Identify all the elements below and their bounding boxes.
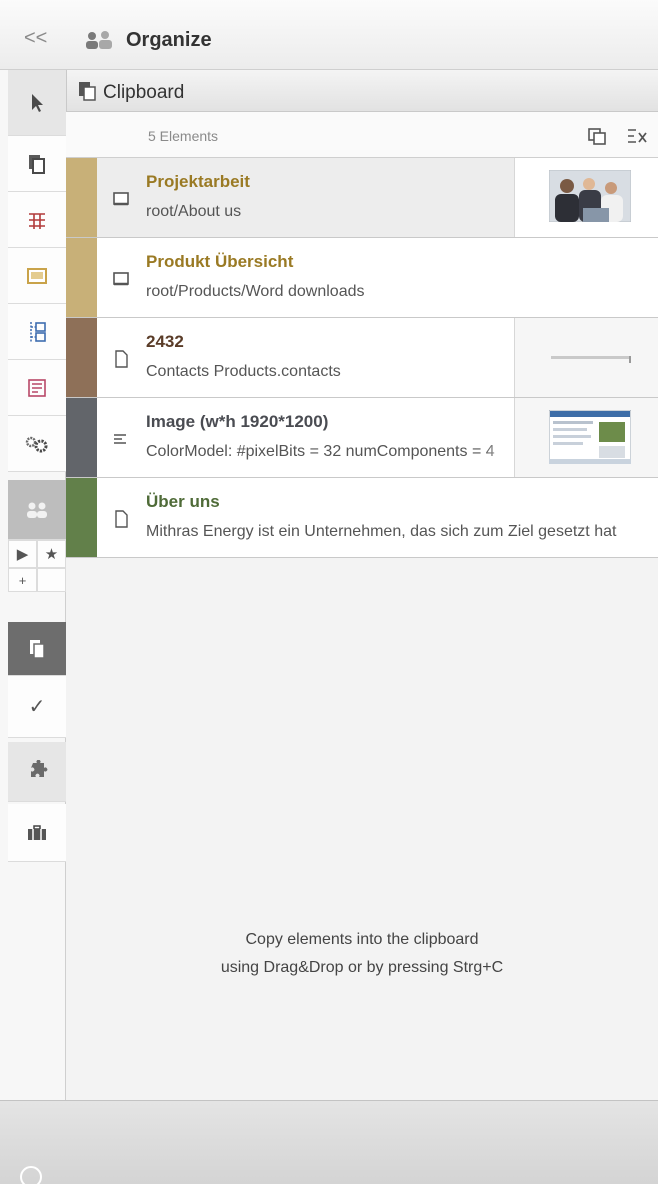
- text-fade: [484, 398, 514, 477]
- left-toolbar: ▶ ★ + ✓: [0, 70, 66, 1100]
- check-icon: ✓: [28, 696, 46, 718]
- loading-indicator-icon: [20, 1166, 42, 1184]
- collapse-panel-button[interactable]: <<: [24, 28, 47, 48]
- play-mini-button[interactable]: ▶: [8, 540, 37, 568]
- type-color-band: [66, 318, 97, 397]
- empty-mini-slot: [37, 568, 66, 592]
- type-color-band: [66, 478, 97, 557]
- clipboard-header: Clipboard: [66, 70, 658, 112]
- briefcase-icon: [28, 824, 46, 840]
- form-list-icon: [28, 378, 46, 397]
- gears-icon: [25, 436, 48, 452]
- star-icon: ★: [44, 546, 59, 563]
- table-grid-icon: [29, 212, 45, 229]
- organize-tool-button[interactable]: [8, 480, 66, 540]
- item-title: 2432: [146, 332, 184, 351]
- clear-clipboard-icon[interactable]: [626, 126, 648, 146]
- tasks-tool-button[interactable]: ✓: [8, 676, 66, 738]
- page-title: Organize: [126, 29, 212, 51]
- type-color-band: [66, 158, 97, 237]
- document-icon: [115, 510, 128, 528]
- page-icon: [113, 192, 129, 206]
- clipboard-title: Clipboard: [103, 82, 185, 103]
- add-mini-button[interactable]: +: [8, 568, 37, 592]
- item-thumbnail-cell: [514, 398, 658, 477]
- clipboard-tool-button[interactable]: [8, 622, 66, 676]
- tree-structure-icon: [30, 321, 46, 342]
- element-count: 5 Elements: [148, 128, 219, 144]
- plugins-tool-button[interactable]: [8, 742, 66, 802]
- item-subtitle: Mithras Energy ist ein Unternehmen, das …: [146, 523, 617, 540]
- item-subtitle: root/Products/Word downloads: [146, 283, 365, 300]
- clipboard-panel: Clipboard 5 Elements Projektarbeit root/…: [66, 70, 658, 1100]
- clipboard-icon: [79, 82, 96, 101]
- clipboard-item[interactable]: 2432 Contacts Products.contacts: [66, 318, 658, 398]
- cursor-arrow-icon: [32, 93, 43, 112]
- lines-icon: [114, 434, 126, 444]
- clipboard-icon: [30, 639, 45, 659]
- clipboard-hint: Copy elements into the clipboard using D…: [66, 926, 658, 982]
- item-subtitle: root/About us: [146, 203, 242, 220]
- status-bar: [0, 1100, 658, 1184]
- forms-tool-button[interactable]: [8, 360, 66, 416]
- item-title: Projektarbeit: [146, 172, 250, 191]
- hint-line-1: Copy elements into the clipboard: [245, 931, 479, 948]
- item-subtitle: Contacts Products.contacts: [146, 363, 341, 380]
- users-group-icon: [86, 31, 112, 49]
- clipboard-count-row: 5 Elements: [66, 112, 658, 158]
- item-title: Produkt Übersicht: [146, 252, 294, 271]
- clipboard-list: Projektarbeit root/About us Produkt Über…: [66, 158, 658, 558]
- clipboard-item[interactable]: Projektarbeit root/About us: [66, 158, 658, 238]
- item-title: Über uns: [146, 492, 220, 511]
- item-subtitle: ColorModel: #pixelBits = 32 numComponent…: [146, 443, 495, 460]
- document-icon: [115, 350, 128, 368]
- favorites-mini-button[interactable]: ★: [37, 540, 66, 568]
- users-group-icon: [27, 502, 47, 518]
- item-thumbnail-cell: [514, 158, 658, 237]
- media-box-icon: [27, 267, 47, 284]
- sitemap-tool-button[interactable]: [8, 304, 66, 360]
- toolbox-tool-button[interactable]: [8, 804, 66, 862]
- line-preview-thumbnail: [551, 356, 631, 363]
- clipboard-item[interactable]: Image (w*h 1920*1200) ColorModel: #pixel…: [66, 398, 658, 478]
- clipboard-item[interactable]: Über uns Mithras Energy ist ein Unterneh…: [66, 478, 658, 558]
- copy-all-icon[interactable]: [586, 126, 608, 146]
- table-tool-button[interactable]: [8, 192, 66, 248]
- item-title: Image (w*h 1920*1200): [146, 412, 329, 431]
- plus-icon: +: [18, 572, 27, 588]
- type-color-band: [66, 398, 97, 477]
- top-header: << Organize: [0, 0, 658, 70]
- puzzle-icon: [31, 759, 48, 777]
- text-fade: [618, 478, 658, 557]
- play-icon: ▶: [16, 546, 29, 563]
- pages-tool-button[interactable]: [8, 136, 66, 192]
- pages-stack-icon: [29, 154, 45, 174]
- people-photo-thumbnail: [549, 170, 631, 222]
- media-tool-button[interactable]: [8, 248, 66, 304]
- page-icon: [113, 272, 129, 286]
- select-tool-button[interactable]: [8, 70, 66, 136]
- item-thumbnail-cell: [514, 318, 658, 397]
- screenshot-preview-thumbnail: [549, 410, 631, 464]
- hint-line-2: using Drag&Drop or by pressing Strg+C: [220, 959, 504, 976]
- settings-tool-button[interactable]: [8, 416, 66, 472]
- clipboard-item[interactable]: Produkt Übersicht root/Products/Word dow…: [66, 238, 658, 318]
- type-color-band: [66, 238, 97, 317]
